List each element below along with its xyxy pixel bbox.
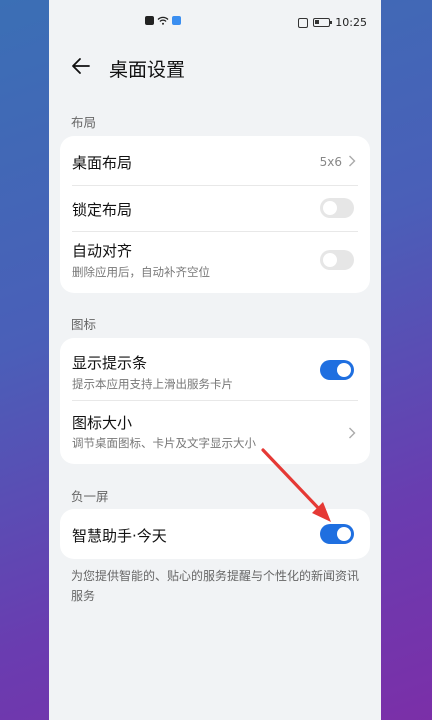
status-right-icons: 10:25 xyxy=(298,16,367,29)
back-arrow-icon[interactable] xyxy=(69,54,93,78)
row-desktop-layout[interactable]: 桌面布局 5x6 xyxy=(60,136,370,185)
row-label: 图标大小 xyxy=(72,414,133,432)
auto-align-toggle[interactable] xyxy=(320,250,354,270)
row-icon-size[interactable]: 图标大小 调节桌面图标、卡片及文字显示大小 xyxy=(60,401,370,464)
row-label: 显示提示条 xyxy=(72,354,148,372)
show-hint-bar-toggle[interactable] xyxy=(320,360,354,380)
desktop-layout-value: 5x6 xyxy=(319,155,342,169)
row-label: 自动对齐 xyxy=(72,242,133,260)
toggle-knob xyxy=(337,363,351,377)
app-notification-icon xyxy=(172,16,181,25)
section-label-layout: 布局 xyxy=(71,115,97,130)
row-sublabel: 调节桌面图标、卡片及文字显示大小 xyxy=(72,436,256,450)
row-show-hint-bar[interactable]: 显示提示条 提示本应用支持上滑出服务卡片 xyxy=(60,338,370,400)
status-time: 10:25 xyxy=(335,16,367,29)
smart-assistant-description: 为您提供智能的、贴心的服务提醒与个性化的新闻资讯服务 xyxy=(71,569,360,603)
nfc-icon xyxy=(298,17,309,28)
chevron-right-icon xyxy=(349,427,356,439)
settings-screen: 10:25 桌面设置 布局 桌面布局 5x6 锁定布局 自动对齐 删除应用后，自… xyxy=(49,0,381,720)
toggle-knob xyxy=(323,201,337,215)
smart-assistant-toggle[interactable] xyxy=(320,524,354,544)
row-lock-layout[interactable]: 锁定布局 xyxy=(60,186,370,231)
lock-layout-toggle[interactable] xyxy=(320,198,354,218)
notification-alert-icon xyxy=(145,16,154,25)
page-header: 桌面设置 xyxy=(49,50,381,84)
battery-icon xyxy=(313,18,333,27)
minus-one-card: 智慧助手·今天 xyxy=(60,509,370,559)
status-bar: 10:25 xyxy=(49,0,381,44)
icons-card: 显示提示条 提示本应用支持上滑出服务卡片 图标大小 调节桌面图标、卡片及文字显示… xyxy=(60,338,370,464)
section-label-minus-one: 负一屏 xyxy=(71,489,109,504)
chevron-right-icon xyxy=(349,155,356,167)
status-left-icons xyxy=(145,16,181,25)
wifi-icon xyxy=(157,16,169,25)
row-label: 锁定布局 xyxy=(72,201,133,219)
row-smart-assistant[interactable]: 智慧助手·今天 xyxy=(60,509,370,559)
row-sublabel: 删除应用后，自动补齐空位 xyxy=(72,265,210,279)
row-auto-align[interactable]: 自动对齐 删除应用后，自动补齐空位 xyxy=(60,232,370,293)
row-label: 桌面布局 xyxy=(72,154,133,172)
layout-card: 桌面布局 5x6 锁定布局 自动对齐 删除应用后，自动补齐空位 xyxy=(60,136,370,293)
section-label-icons: 图标 xyxy=(71,317,97,332)
row-label: 智慧助手·今天 xyxy=(72,527,167,545)
page-title: 桌面设置 xyxy=(109,59,186,81)
toggle-knob xyxy=(323,253,337,267)
row-sublabel: 提示本应用支持上滑出服务卡片 xyxy=(72,377,233,391)
toggle-knob xyxy=(337,527,351,541)
